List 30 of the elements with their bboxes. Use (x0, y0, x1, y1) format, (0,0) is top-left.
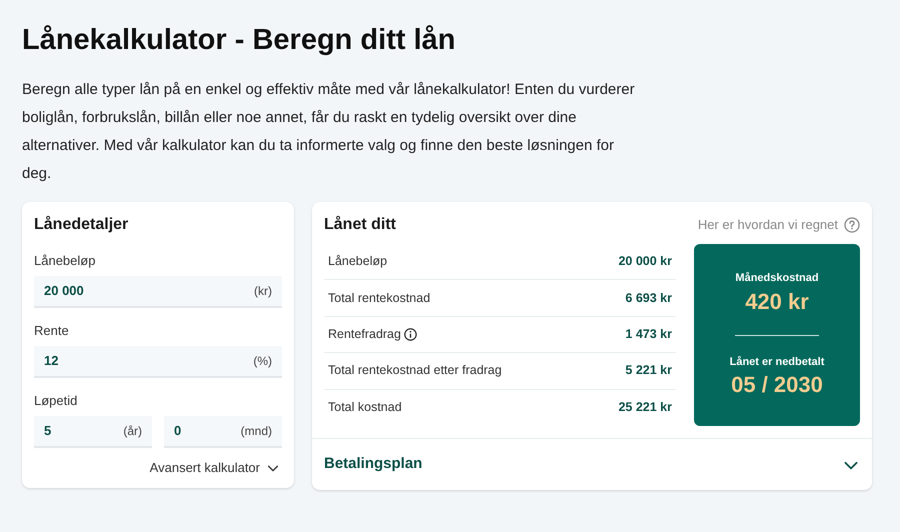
calculation-help-link[interactable]: Her er hvordan vi regnet (698, 215, 860, 235)
input-field[interactable]: 12 (%) (34, 346, 282, 378)
summary-label: Månedskostnad (735, 271, 819, 286)
row-value: 6 693 kr (625, 290, 672, 307)
row-value: 25 221 kr (618, 399, 672, 416)
row-value: 20 000 kr (618, 253, 672, 270)
monthly-cost-value: 420 kr (745, 288, 809, 316)
summary-label: Lånet er nedbetalt (730, 354, 824, 370)
payment-plan-section[interactable]: Betalingsplan (312, 438, 872, 490)
help-icon (844, 217, 860, 233)
intro-paragraph: Beregn alle typer lån på en enkel og effektiv måte med vår lånekalkulator! Enten du vurderer boliglån, forbrukslån, billån eller noe annet, får du raskt en tydelig oversikt over dine alternativer. Med vår kalkulator kan du ta informerte valg og finne den beste løsningen for deg. (22, 80, 636, 184)
advanced-calculator-toggle[interactable]: Avansert kalkulator (150, 458, 282, 478)
input-field[interactable]: 0 (mnd) (164, 416, 282, 448)
paid-off-date-value: 05 / 2030 (731, 371, 823, 399)
field-label: Lånebeløp (34, 252, 96, 270)
row-label: Total kostnad (328, 399, 402, 416)
page-title: Lånekalkulator - Beregn ditt lån (22, 23, 456, 58)
input-field[interactable]: 5 (år) (34, 416, 152, 448)
row-label: Rentefradrag (328, 326, 401, 344)
input-field[interactable]: 20 000 (kr) (34, 276, 282, 308)
field-label: Løpetid (34, 392, 78, 410)
field-label: Rente (34, 322, 70, 340)
row-label: Lånebeløp (328, 253, 388, 270)
info-icon[interactable] (404, 328, 417, 341)
row-value: 1 473 kr (625, 326, 672, 344)
row-label: Total rentekostnad etter fradrag (328, 362, 502, 380)
card-heading: Lånet ditt (324, 214, 396, 235)
card-heading: Lånedetaljer (34, 214, 130, 235)
row-value: 5 221 kr (625, 362, 672, 380)
row-label: Total rentekostnad (328, 290, 430, 307)
